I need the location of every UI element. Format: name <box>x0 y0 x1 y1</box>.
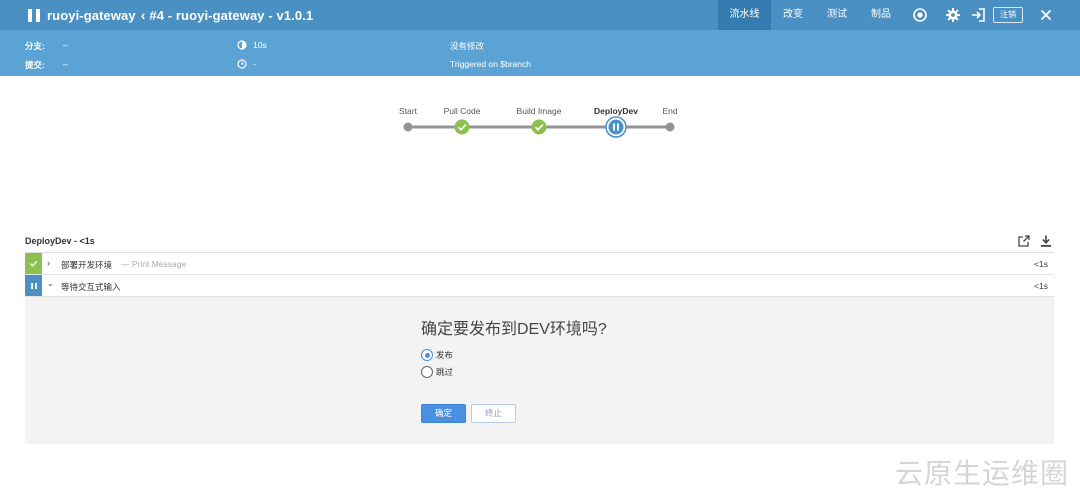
download-icon[interactable] <box>1039 234 1053 248</box>
chevron-right-icon[interactable]: › <box>47 258 50 268</box>
pipeline-record-icon[interactable] <box>912 7 928 23</box>
tab-artifacts[interactable]: 制品 <box>859 0 903 30</box>
step-name: 部署开发环境 <box>61 260 113 270</box>
run-info-bar: 分支: – 提交: – 10s - 没有修改 Triggered on $bra… <box>0 30 1080 76</box>
commit-label: 提交: <box>25 60 45 70</box>
step-row-wait-input[interactable]: ⌄ 等待交互式输入 <1s <box>25 275 1054 297</box>
pause-icon[interactable] <box>28 8 40 22</box>
trigger-text: Triggered on $branch <box>450 59 531 69</box>
step-row-deploy-dev[interactable]: › 部署开发环境 — Print Message <1s <box>25 253 1054 275</box>
run-title: #4 - ruoyi-gateway - v1.0.1 <box>149 7 314 23</box>
chevron-left-icon: ‹ <box>140 7 146 23</box>
gear-icon[interactable] <box>945 7 961 23</box>
logout-button[interactable]: 注销 <box>993 7 1023 23</box>
step-name: 等待交互式输入 <box>61 282 121 292</box>
radio-option-skip[interactable]: 跳过 <box>421 366 453 378</box>
tab-changes[interactable]: 改变 <box>771 0 815 30</box>
stage-node-deploydev[interactable] <box>605 116 627 138</box>
pipeline-name[interactable]: ruoyi-gateway <box>47 8 136 23</box>
step-list: › 部署开发环境 — Print Message <1s ⌄ 等待交互式输入 <… <box>25 252 1054 444</box>
top-bar: ruoyi-gateway ‹ #4 - ruoyi-gateway - v1.… <box>0 0 1080 30</box>
radio-label-release: 发布 <box>436 350 454 360</box>
stage-node-build-image[interactable] <box>531 119 547 135</box>
stage-node-pull-code[interactable] <box>454 119 470 135</box>
radio-button-checked[interactable] <box>421 349 433 361</box>
pause-icon <box>30 282 37 289</box>
radio-label-skip: 跳过 <box>436 367 454 377</box>
chevron-down-icon[interactable]: ⌄ <box>47 279 54 288</box>
radio-button[interactable] <box>421 366 433 378</box>
open-external-icon[interactable] <box>1017 234 1031 248</box>
tab-bar: 流水线 改变 测试 制品 <box>718 0 903 30</box>
close-icon[interactable] <box>1038 7 1054 23</box>
step-description: — Print Message <box>121 259 187 269</box>
step-duration: <1s <box>1034 281 1048 291</box>
check-icon <box>29 260 38 267</box>
exit-icon[interactable] <box>970 7 986 23</box>
commit-value: – <box>63 59 68 69</box>
branch-label: 分支: <box>25 41 45 51</box>
input-prompt-panel: 确定要发布到DEV环境吗? 发布 跳过 确定 终止 <box>25 297 1054 444</box>
time-value: - <box>253 59 256 69</box>
step-duration: <1s <box>1034 259 1048 269</box>
step-status-success <box>25 253 42 274</box>
watermark: 云原生运维圈 <box>895 457 1070 488</box>
duration-value: 10s <box>253 40 267 50</box>
pipeline-graph: Start Pull Code Build Image DeployDev En… <box>0 76 1080 226</box>
branch-value: – <box>63 40 68 50</box>
tab-pipeline[interactable]: 流水线 <box>718 0 771 30</box>
stage-node-start <box>403 122 413 132</box>
duration-icon <box>237 40 247 50</box>
radio-option-release[interactable]: 发布 <box>421 349 453 361</box>
step-status-paused <box>25 275 42 296</box>
input-question: 确定要发布到DEV环境吗? <box>421 321 607 338</box>
pause-icon <box>613 123 615 131</box>
confirm-button[interactable]: 确定 <box>421 404 466 423</box>
tab-tests[interactable]: 测试 <box>815 0 859 30</box>
stage-log-title: DeployDev - <1s <box>25 236 95 246</box>
abort-button[interactable]: 终止 <box>471 404 516 423</box>
changes-text: 没有修改 <box>450 41 485 51</box>
stage-node-end <box>665 122 675 132</box>
pipeline-graph-svg <box>403 116 675 138</box>
clock-icon <box>237 59 247 69</box>
